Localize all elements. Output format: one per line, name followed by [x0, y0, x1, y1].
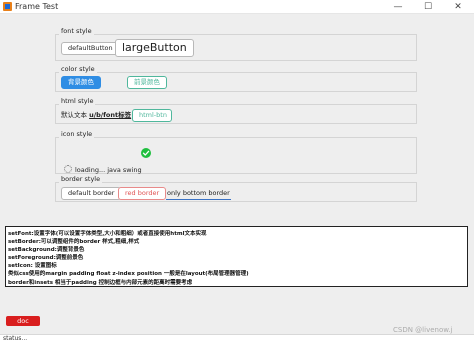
note-line: setIcon: 设置图标	[8, 263, 57, 270]
notes-textarea[interactable]: setFont:设置字体(可以设置字体类型,大小和粗细）或者直接使用html文本…	[5, 226, 468, 287]
font-style-group: font style defaultButton largeButton	[55, 27, 417, 61]
spinner-icon	[64, 165, 72, 173]
check-icon	[141, 148, 151, 158]
background-color-button[interactable]: 背景颜色	[61, 76, 101, 89]
group-title: html style	[59, 97, 96, 106]
note-line: setFont:设置字体(可以设置字体类型,大小和粗细）或者直接使用html文本…	[8, 231, 207, 237]
window-title: Frame Test	[15, 2, 59, 11]
note-line: setForeground:调整前景色	[8, 255, 84, 262]
doc-button[interactable]: doc	[6, 316, 40, 326]
html-label-prefix: 默认文本	[61, 111, 90, 119]
status-bar: status...	[0, 334, 474, 343]
color-style-group: color style 背景颜色 前景颜色	[55, 65, 417, 92]
group-title: color style	[59, 65, 97, 74]
bottom-border-button[interactable]: only bottom border	[166, 187, 231, 200]
group-title: icon style	[59, 130, 95, 139]
note-line: setBackground:调整背景色	[8, 247, 85, 254]
border-style-group: border style default border red border o…	[55, 175, 417, 202]
close-icon[interactable]: ✕	[443, 0, 473, 14]
icon-style-group: icon style loading... java swing	[55, 130, 417, 174]
note-line: 类似css使用的margin padding float z-index pos…	[8, 271, 249, 278]
group-title: font style	[59, 27, 94, 36]
default-border-button[interactable]: default border	[61, 187, 122, 200]
foreground-color-button[interactable]: 前景颜色	[127, 76, 167, 89]
red-border-button[interactable]: red border	[118, 187, 167, 200]
html-style-group: html style 默认文本 u/b/font标签 html-btn	[55, 97, 417, 124]
html-text-label: 默认文本 u/b/font标签	[61, 110, 131, 120]
status-text: status...	[3, 335, 28, 342]
default-button[interactable]: defaultButton	[61, 42, 120, 55]
loading-label: loading... java swing	[75, 166, 142, 174]
html-label-underlined: u/b/font标签	[89, 111, 132, 119]
note-line: setBorder:可以调整组件的border 样式,粗细,样式	[8, 239, 140, 246]
minimize-icon[interactable]: —	[383, 0, 413, 14]
html-button[interactable]: html-btn	[132, 109, 172, 122]
title-bar: Frame Test — ☐ ✕	[0, 0, 474, 14]
java-app-icon	[3, 2, 12, 11]
maximize-icon[interactable]: ☐	[413, 0, 443, 14]
large-button[interactable]: largeButton	[115, 39, 194, 57]
note-line: border和insets 相当于padding 控制边框与内部元素的距离时需要…	[8, 279, 193, 286]
group-title: border style	[59, 175, 103, 184]
